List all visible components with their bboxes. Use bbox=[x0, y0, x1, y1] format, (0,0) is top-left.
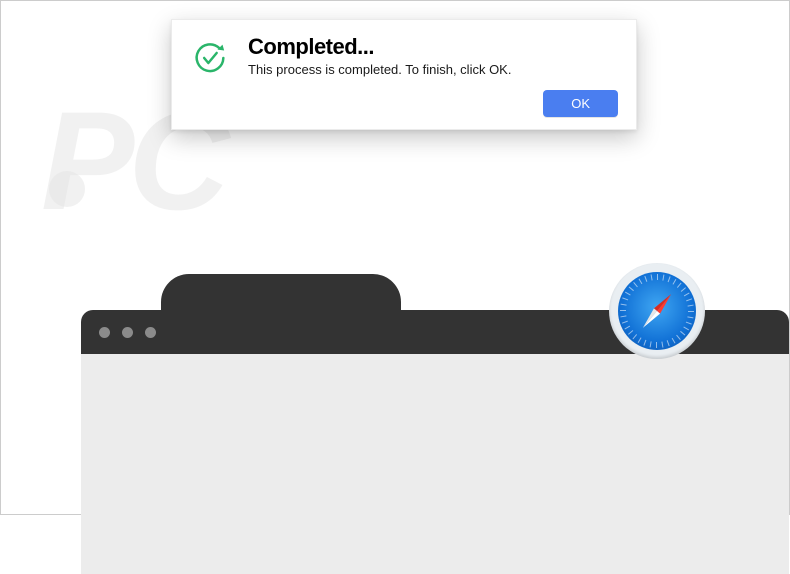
dialog-message: This process is completed. To finish, cl… bbox=[248, 62, 618, 77]
traffic-light-dot bbox=[99, 327, 110, 338]
browser-content-area bbox=[81, 354, 789, 574]
safari-compass-icon bbox=[609, 263, 705, 359]
traffic-light-dot bbox=[145, 327, 156, 338]
refresh-check-icon bbox=[190, 38, 230, 78]
ok-button[interactable]: OK bbox=[543, 90, 618, 117]
dialog-title: Completed... bbox=[248, 34, 618, 60]
browser-tab bbox=[161, 274, 401, 314]
completed-dialog: Completed... This process is completed. … bbox=[171, 19, 637, 130]
traffic-light-dot bbox=[122, 327, 133, 338]
watermark-dot bbox=[49, 171, 85, 207]
